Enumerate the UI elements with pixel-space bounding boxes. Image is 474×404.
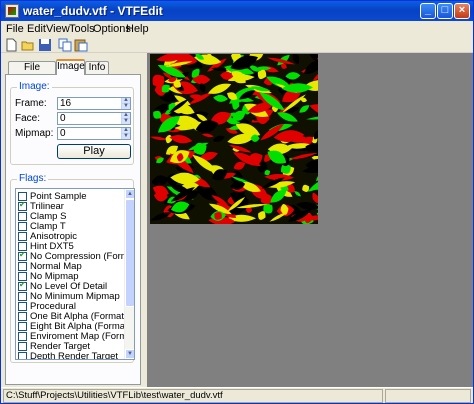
flag-checkbox[interactable] xyxy=(18,302,27,311)
face-value: 0 xyxy=(60,113,66,124)
tab-info[interactable]: Info xyxy=(85,61,109,75)
flag-checkbox[interactable] xyxy=(18,342,27,351)
frame-label: Frame: xyxy=(15,98,47,109)
flags-group-label: Flags: xyxy=(17,173,49,184)
menu-help[interactable]: Help xyxy=(126,23,149,35)
flags-list[interactable]: Depth Render Target Render Target Envirome… xyxy=(15,188,135,360)
frame-value: 16 xyxy=(60,98,72,109)
maximize-button[interactable]: □ xyxy=(437,3,453,19)
texture-preview xyxy=(150,54,318,224)
menu-tools[interactable]: Tools xyxy=(69,23,95,35)
scroll-thumb[interactable] xyxy=(125,199,134,307)
flag-checkbox[interactable] xyxy=(18,322,27,331)
menu-edit[interactable]: Edit xyxy=(27,23,46,35)
toolbar xyxy=(1,37,473,53)
image-group: Image: Frame: 16 ▲ ▼ Face: 0 ▲ ▼ Mipmap: 0… xyxy=(10,81,134,165)
app-window: water_dudv.vtf - VTFEdit _ □ × File Edit… xyxy=(0,0,474,404)
flag-checkbox[interactable] xyxy=(18,251,27,261)
status-path: C:\Stuff\Projects\Utilities\VTFLib\test\… xyxy=(3,389,383,403)
flag-checkbox[interactable] xyxy=(18,192,27,201)
flag-checkbox[interactable] xyxy=(18,332,27,341)
paste-icon[interactable] xyxy=(74,38,88,52)
frame-down-arrow-icon[interactable]: ▼ xyxy=(122,103,130,109)
copy-icon[interactable] xyxy=(58,38,72,52)
flag-row[interactable]: Point Sample xyxy=(18,191,126,203)
mipmap-down-arrow-icon[interactable]: ▼ xyxy=(122,133,130,139)
flag-checkbox[interactable] xyxy=(18,352,27,359)
open-icon[interactable] xyxy=(21,38,35,52)
frame-spinner[interactable]: 16 ▲ ▼ xyxy=(57,97,131,110)
menu-bar: File Edit View Tools Options Help xyxy=(1,21,473,37)
status-pane xyxy=(385,389,471,403)
title-bar[interactable]: water_dudv.vtf - VTFEdit _ □ × xyxy=(1,1,473,21)
scroll-up-arrow-icon[interactable]: ▲ xyxy=(125,189,134,199)
face-down-arrow-icon[interactable]: ▼ xyxy=(122,118,130,124)
tab-image[interactable]: Image xyxy=(56,59,85,75)
app-icon xyxy=(5,4,19,18)
tab-body: Image: Frame: 16 ▲ ▼ Face: 0 ▲ ▼ Mipmap: 0… xyxy=(5,74,141,385)
image-viewport[interactable] xyxy=(147,53,473,387)
mipmap-label: Mipmap: xyxy=(15,128,54,139)
flag-checkbox[interactable] xyxy=(18,232,27,241)
play-button[interactable]: Play xyxy=(57,144,131,159)
flag-checkbox[interactable] xyxy=(18,281,27,291)
flag-checkbox[interactable] xyxy=(18,212,27,221)
save-icon[interactable] xyxy=(38,38,52,52)
close-button[interactable]: × xyxy=(454,3,470,19)
window-title: water_dudv.vtf - VTFEdit xyxy=(23,4,163,18)
flag-checkbox[interactable] xyxy=(18,201,27,211)
menu-file[interactable]: File xyxy=(6,23,24,35)
scroll-down-arrow-icon[interactable]: ▼ xyxy=(125,349,134,359)
mipmap-spinner[interactable]: 0 ▲ ▼ xyxy=(57,127,131,140)
side-panel: File System Image Info Image: Frame: 16 … xyxy=(5,59,141,385)
menu-view[interactable]: View xyxy=(46,23,70,35)
flag-checkbox[interactable] xyxy=(18,242,27,251)
minimize-button[interactable]: _ xyxy=(420,3,436,19)
flag-checkbox[interactable] xyxy=(18,292,27,301)
face-label: Face: xyxy=(15,113,41,124)
flag-checkbox[interactable] xyxy=(18,312,27,321)
face-spinner[interactable]: 0 ▲ ▼ xyxy=(57,112,131,125)
flags-group: Flags: Depth Render Target Render Target E… xyxy=(10,173,135,363)
flag-checkbox[interactable] xyxy=(18,222,27,231)
flags-scrollbar[interactable]: ▲ ▼ xyxy=(124,189,134,359)
mipmap-value: 0 xyxy=(60,128,66,139)
tab-file-system[interactable]: File System xyxy=(8,61,56,85)
flag-checkbox[interactable] xyxy=(18,272,27,281)
status-bar: C:\Stuff\Projects\Utilities\VTFLib\test\… xyxy=(1,387,473,403)
flag-label: Point Sample xyxy=(30,191,87,202)
tab-strip: File System Image Info xyxy=(5,59,141,85)
flag-checkbox[interactable] xyxy=(18,262,27,271)
new-icon[interactable] xyxy=(4,38,18,52)
image-group-label: Image: xyxy=(17,81,52,92)
